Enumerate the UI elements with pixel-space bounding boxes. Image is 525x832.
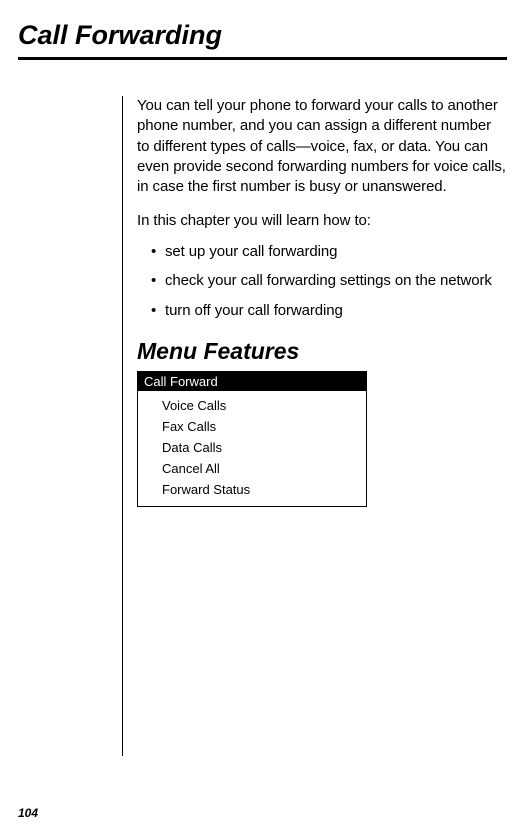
title-rule — [18, 57, 507, 60]
menu-item: Cancel All — [138, 458, 366, 479]
intro-paragraph: You can tell your phone to forward your … — [137, 96, 507, 197]
lead-line: In this chapter you will learn how to: — [137, 211, 507, 231]
menu-table: Call Forward Voice Calls Fax Calls Data … — [137, 371, 367, 507]
menu-item: Data Calls — [138, 437, 366, 458]
list-item: set up your call forwarding — [137, 242, 507, 262]
bullet-list: set up your call forwarding check your c… — [137, 242, 507, 321]
chapter-title: Call Forwarding — [18, 20, 507, 51]
section-heading: Menu Features — [137, 338, 507, 365]
page-number: 104 — [18, 806, 38, 820]
menu-item: Fax Calls — [138, 416, 366, 437]
menu-header: Call Forward — [138, 372, 366, 391]
list-item: turn off your call forwarding — [137, 301, 507, 321]
menu-body: Voice Calls Fax Calls Data Calls Cancel … — [138, 391, 366, 506]
content-column: You can tell your phone to forward your … — [122, 96, 507, 756]
page: Call Forwarding You can tell your phone … — [0, 0, 525, 832]
list-item: check your call forwarding settings on t… — [137, 271, 507, 291]
menu-item: Forward Status — [138, 479, 366, 500]
menu-item: Voice Calls — [138, 395, 366, 416]
